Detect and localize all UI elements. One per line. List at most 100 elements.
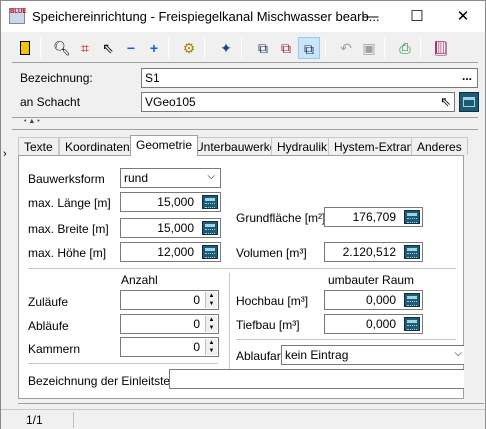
pointer-button[interactable]: ⇖ [97,37,119,59]
max-hoehe-label: max. Höhe [m] [28,246,107,260]
chevron-down-icon: ⌵ [454,348,462,359]
toolbar: 🔍︎ ⌗ ⇖ − + ⚙ ✦ ⧉ ⧉ ⧉ ↶ ▣ ⎙ 📕︎ [12,35,473,61]
spinner-arrows-icon[interactable]: ▲ ▼ [205,292,217,308]
tab-unterbauwerke[interactable]: Unterbauwerke [189,137,283,155]
bezeichnung-label: Bezeichnung: [20,71,93,85]
minimize-button[interactable]: — [348,1,394,32]
window-delete-button[interactable]: ⧉ [275,37,297,59]
calculator-icon[interactable] [404,210,420,224]
table-icon [463,97,475,107]
ablaufart-value: kein Eintrag [285,348,349,362]
plus-button[interactable]: + [143,37,165,59]
zulaeufe-stepper[interactable]: 0 ▲ ▼ [120,290,219,310]
toolbar-separator [420,38,421,58]
toolbar-separator [241,38,242,58]
tab-anderes[interactable]: Anderes [411,137,468,155]
max-breite-input[interactable]: 15,000 [120,218,221,238]
window-copy-button[interactable]: ⧉ [298,37,320,59]
kammern-stepper[interactable]: 0 ▲ ▼ [120,337,219,357]
maximize-icon: ☐ [410,8,424,25]
max-breite-label: max. Breite [m] [28,222,109,236]
zoom-button[interactable]: 🔍︎ [51,37,73,59]
grundflaeche-input[interactable]: 176,709 [324,207,423,227]
grid-button[interactable]: ⌗ [74,37,96,59]
exit-button[interactable] [14,37,36,59]
volumen-value: 2.120,512 [342,245,396,259]
pointer-pick-icon[interactable]: ⇖ [440,94,451,110]
group-divider [28,268,456,269]
status-bar: 1/1 [1,409,485,429]
ablaufart-select[interactable]: kein Eintrag ⌵ [281,345,464,365]
volumen-input[interactable]: 2.120,512 [324,242,423,262]
window-title: Speichereinrichtung - Freispiegelkanal M… [32,9,380,24]
max-hoehe-value: 12,000 [157,245,194,259]
close-button[interactable]: ✕ [440,1,486,32]
calculator-icon[interactable] [202,195,218,209]
spinner-arrows-icon[interactable]: ▲ ▼ [205,316,217,332]
chevron-down-icon: ⌵ [207,171,215,182]
bauwerksform-value: rund [124,171,149,185]
volumen-label: Volumen [m³] [236,246,307,260]
expand-left-icon[interactable]: › [3,148,7,160]
network-button[interactable]: ✦ [215,37,237,59]
tab-geometrie[interactable]: Geometrie [130,135,199,156]
tab-koordinaten[interactable]: Koordinaten [59,137,136,155]
undo-button[interactable]: ↶ [335,37,357,59]
splitter-line [12,117,478,118]
calculator-icon[interactable] [404,245,420,259]
tab-hystem-extran[interactable]: Hystem-Extran [328,137,420,155]
einleitstelle-input[interactable] [169,369,464,389]
bezeichnung-browse-button[interactable]: ... [457,69,477,87]
book-button[interactable]: 📕︎ [430,37,452,59]
toolbar-divider [12,62,478,63]
minus-button[interactable]: − [120,37,142,59]
hochbau-input[interactable]: 0,000 [324,290,423,310]
tiefbau-value: 0,000 [365,317,396,331]
minus-icon: − [126,40,136,56]
schacht-label: an Schacht [20,95,81,109]
dialog-window: BLUE Speichereinrichtung - Freispiegelka… [0,0,486,429]
tab-texte[interactable]: Texte [18,137,59,155]
max-hoehe-input[interactable]: 12,000 [120,242,221,262]
bottom-divider [18,403,484,404]
grundflaeche-label: Grundfläche [m²] [236,211,326,225]
calculator-icon[interactable] [202,245,218,259]
settings-button[interactable]: ⚙ [178,37,200,59]
bezeichnung-input[interactable]: S1 ... [141,68,478,88]
group-divider [28,363,218,364]
ablaeufe-value: 0 [193,317,200,331]
schacht-table-button[interactable] [459,92,479,112]
title-bar: BLUE Speichereinrichtung - Freispiegelka… [1,1,485,32]
tiefbau-input[interactable]: 0,000 [324,314,423,334]
book-icon: 📕︎ [432,40,450,56]
calculator-icon[interactable] [404,317,420,331]
status-separator [73,412,74,428]
calculator-icon[interactable] [202,221,218,235]
splitter-line-lower [12,129,478,130]
kammern-value: 0 [193,340,200,354]
record-counter: 1/1 [26,413,43,427]
minimize-icon: — [363,8,379,25]
splitter-handle[interactable]: • ▲ • [24,118,40,125]
grundflaeche-value: 176,709 [352,210,396,224]
spinner-arrows-icon[interactable]: ▲ ▼ [205,339,217,355]
toolbar-separator [204,38,205,58]
ablaeufe-label: Abläufe [28,319,69,333]
print-button[interactable]: ⎙ [394,37,416,59]
tab-hydraulik[interactable]: Hydraulik [271,137,334,155]
undo-icon: ↶ [340,40,352,56]
maximize-button[interactable]: ☐ [394,1,440,32]
window-cascade-icon: ⧉ [258,40,268,56]
max-laenge-input[interactable]: 15,000 [120,192,221,212]
ablaeufe-stepper[interactable]: 0 ▲ ▼ [120,314,219,334]
bauwerksform-select[interactable]: rund ⌵ [120,168,221,188]
save-button[interactable]: ▣ [358,37,380,59]
settings-icon: ⚙ [182,40,196,56]
toolbar-separator [325,38,326,58]
schacht-input[interactable]: VGeo105 ⇖ [141,92,455,112]
tab-strip: Texte Koordinaten Geometrie Unterbauwerk… [18,135,468,156]
window-cascade-button[interactable]: ⧉ [252,37,274,59]
calculator-icon[interactable] [404,293,420,307]
close-icon: ✕ [456,8,470,25]
max-laenge-label: max. Länge [m] [28,196,111,210]
